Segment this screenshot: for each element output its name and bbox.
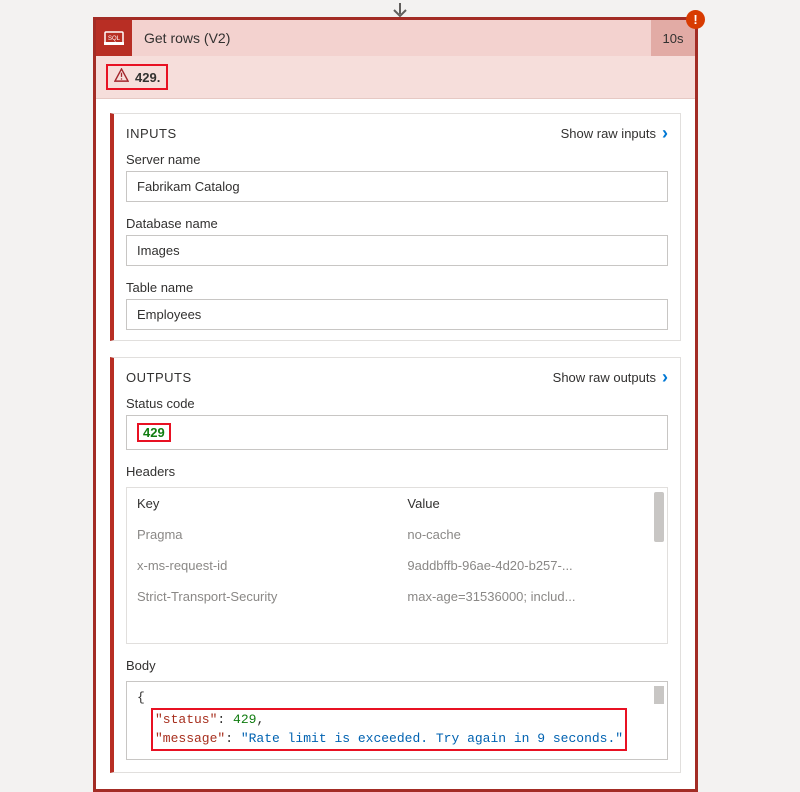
headers-row: x-ms-request-id 9addbffb-96ae-4d20-b257-… [127,550,667,581]
header-key: x-ms-request-id [137,558,407,573]
status-code-value: 429 [137,423,171,442]
status-code-box: 429 [126,415,668,450]
database-name-label: Database name [126,216,668,231]
body-label: Body [126,658,668,673]
server-name-label: Server name [126,152,668,167]
table-name-label: Table name [126,280,668,295]
inputs-section: INPUTS Show raw inputs › Server name Fab… [110,113,681,341]
scrollbar-thumb[interactable] [654,686,664,704]
header-value [407,620,657,635]
headers-label: Headers [126,464,668,479]
card-title: Get rows (V2) [132,20,651,56]
chevron-right-icon: › [662,124,668,142]
server-name-value: Fabrikam Catalog [126,171,668,202]
table-name-value: Employees [126,299,668,330]
headers-row: Pragma no-cache [127,519,667,550]
outputs-section: OUTPUTS Show raw outputs › Status code 4… [110,357,681,773]
json-highlight: "status": 429, "message": "Rate limit is… [151,708,627,751]
headers-col-value: Value [407,496,657,511]
show-raw-inputs-link[interactable]: Show raw inputs › [561,124,668,142]
show-raw-outputs-label: Show raw outputs [553,370,656,385]
json-status-key: "status" [155,712,217,727]
json-status-value: 429 [233,712,256,727]
error-code-text: 429. [135,70,160,85]
alert-badge-icon: ! [686,10,705,29]
show-raw-inputs-label: Show raw inputs [561,126,656,141]
chevron-right-icon: › [662,368,668,386]
inputs-title: INPUTS [126,126,177,141]
sql-connector-icon: SQL [96,20,132,56]
header-value: 9addbffb-96ae-4d20-b257-... [407,558,657,573]
database-name-value: Images [126,235,668,266]
status-code-label: Status code [126,396,668,411]
json-message-key: "message" [155,731,225,746]
headers-col-key: Key [137,496,407,511]
header-value: no-cache [407,527,657,542]
error-banner: 429. [96,56,695,99]
action-card: ! SQL Get rows (V2) 10s 429. INPUTS [93,17,698,792]
header-value: max-age=31536000; includ... [407,589,657,604]
show-raw-outputs-link[interactable]: Show raw outputs › [553,368,668,386]
header-key: Pragma [137,527,407,542]
warning-icon [114,68,129,86]
headers-row [127,612,667,643]
headers-table[interactable]: Key Value Pragma no-cache x-ms-request-i… [126,487,668,644]
json-message-value: "Rate limit is exceeded. Try again in 9 … [241,731,623,746]
header-key: Strict-Transport-Security [137,589,407,604]
svg-text:SQL: SQL [108,36,121,42]
body-box[interactable]: { "status": 429, "message": "Rate limit … [126,681,668,760]
headers-row: Strict-Transport-Security max-age=315360… [127,581,667,612]
scrollbar-thumb[interactable] [654,492,664,542]
outputs-title: OUTPUTS [126,370,192,385]
header-key [137,620,407,635]
card-header[interactable]: SQL Get rows (V2) 10s [96,20,695,56]
